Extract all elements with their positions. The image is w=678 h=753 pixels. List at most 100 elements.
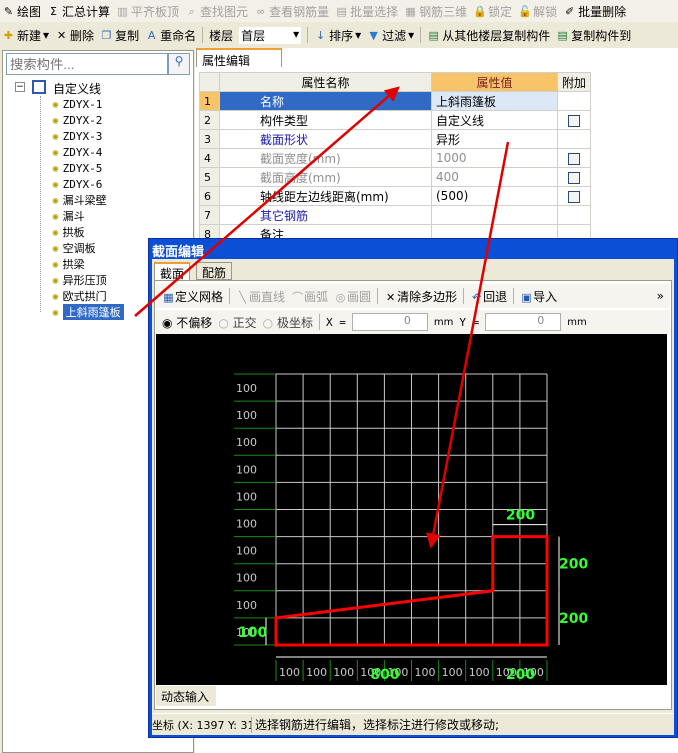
tree-item[interactable]: ✺ 漏斗梁壁 [52, 192, 107, 208]
floor-label: 楼层 [209, 28, 234, 43]
tab-section[interactable]: 截面 [154, 262, 191, 281]
rename-button[interactable]: A 重命名 [145, 27, 196, 44]
x-label: X = [325, 315, 346, 329]
property-value[interactable]: 400 [431, 167, 558, 187]
table-row[interactable]: 3 截面形状 异形 [199, 129, 592, 149]
toolbar-button-find[interactable]: ⌕ 查找图元 [185, 3, 248, 20]
toolbar-button-batch-delete[interactable]: ✐ 批量删除 [563, 3, 626, 20]
copy-icon: ❐ [101, 28, 112, 42]
define-grid-button[interactable]: ▦定义网格 [162, 288, 223, 305]
property-value[interactable]: 上斜雨篷板 [431, 91, 558, 111]
copy-to-button[interactable]: ▤ 复制构件到 [556, 27, 632, 44]
draw-line-button[interactable]: ╲ 画直线 [236, 288, 285, 305]
search-icon[interactable]: ⚲ [168, 53, 190, 75]
tree-item[interactable]: ✺ 空调板 [52, 240, 96, 256]
align-slab-icon: ▥ [117, 4, 128, 18]
filter-button[interactable]: ▼ 过滤 ▾ [367, 27, 414, 44]
dim-right-upper-label: 200 [559, 557, 588, 573]
extra-cell[interactable] [556, 148, 592, 168]
y-input[interactable]: 0 [485, 313, 562, 331]
find-icon: ⌕ [188, 4, 195, 18]
extra-checkbox[interactable] [568, 190, 580, 203]
main-toolbar: ✎ 绘图 Σ 汇总计算 ▥ 平齐板顶 ⌕ 查找图元 ∞ 查看钢筋量 ▤ 批量选择 ▦ 钢筋三维 🔒 锁定 🔓 解锁… [0, 0, 678, 22]
drawing-canvas[interactable]: 100 100 100 100 100 100 100 100 100 100 100 100 100 1… [156, 334, 667, 685]
rebar-3d-icon: ▦ [405, 4, 416, 18]
tree-item[interactable]: ✺ ZDYX-1 [52, 96, 102, 112]
property-value[interactable]: (500) [431, 186, 558, 206]
status-message: 选择钢筋进行编辑，选择标注进行修改或移动; [255, 718, 500, 732]
property-value[interactable]: 自定义线 [431, 110, 558, 130]
search-input[interactable] [6, 53, 168, 75]
tree-item[interactable]: ✺ ZDYX-6 [52, 176, 102, 192]
dim-bottom-right-label: 200 [506, 667, 535, 683]
tab-property-edit[interactable]: 属性编辑 [196, 48, 282, 68]
component-icon: ✺ [52, 97, 59, 111]
copy-from-floor-button[interactable]: ▤ 从其他楼层复制构件 [427, 27, 551, 44]
tree-line [40, 96, 41, 312]
toolbar-button-draw[interactable]: ✎ 绘图 [2, 3, 41, 20]
toolbar-button-batch-select[interactable]: ▤ 批量选择 [335, 3, 398, 20]
extra-cell[interactable] [556, 186, 592, 206]
extra-cell [556, 129, 592, 149]
table-row[interactable]: 4 截面宽度(mm) 1000 [199, 148, 592, 168]
radio-no-offset[interactable]: ◉ 不偏移 [162, 314, 212, 331]
sort-button[interactable]: ↓ 排序 ▾ [314, 27, 361, 44]
toolbar-button-glasses[interactable]: ∞ 查看钢筋量 [254, 3, 329, 20]
tab-rebar[interactable]: 配筋 [196, 262, 233, 280]
extra-cell[interactable] [556, 110, 592, 130]
tree-item[interactable]: ✺ ZDYX-5 [52, 160, 102, 176]
extra-cell [556, 91, 592, 111]
undo-button[interactable]: ↶ 回退 [470, 288, 507, 305]
tree-item[interactable]: ✺ 漏斗 [52, 208, 85, 224]
tree-item[interactable]: ✺ 异形压顶 [52, 272, 107, 288]
circle-icon: ◎ [335, 290, 346, 304]
grid-row-label: 100 [236, 518, 257, 531]
toolbar-button-sigma[interactable]: Σ 汇总计算 [47, 3, 110, 20]
grid-col-label: 100 [415, 666, 436, 679]
floor-select[interactable]: 首层 ▾ [239, 26, 302, 44]
table-row[interactable]: 1 名称 上斜雨篷板 [199, 91, 592, 111]
delete-button[interactable]: ✕ 删除 [55, 27, 94, 44]
extra-cell[interactable] [556, 167, 592, 187]
tree-item[interactable]: ✺ 欧式拱门 [52, 288, 107, 304]
table-row[interactable]: 2 构件类型 自定义线 [199, 110, 592, 130]
tree-item[interactable]: ✺ ZDYX-4 [52, 144, 102, 160]
extra-checkbox[interactable] [568, 171, 580, 184]
copy-button[interactable]: ❐ 复制 [100, 27, 139, 44]
row-number: 2 [199, 110, 220, 130]
dynamic-input-tab[interactable]: 动态输入 [156, 686, 216, 706]
dim-left-label: 100 [238, 625, 267, 641]
import-button[interactable]: ▣导入 [520, 288, 557, 305]
tree-item[interactable]: ✺ ZDYX-3 [52, 128, 102, 144]
row-number: 1 [199, 91, 220, 111]
table-row[interactable]: 6 轴线距左边线距离(mm) (500) [199, 186, 592, 206]
property-value[interactable]: 异形 [431, 129, 558, 149]
radio-ortho[interactable]: ○ 正交 [218, 314, 256, 331]
toolbar-button-align-slab[interactable]: ▥ 平齐板顶 [116, 3, 179, 20]
toolbar-button-unlock[interactable]: 🔓 解锁 [518, 3, 557, 20]
draw-circle-button[interactable]: ◎ 画圆 [334, 288, 371, 305]
more-button[interactable]: » [657, 289, 664, 303]
tree-item[interactable]: ✺ 上斜雨篷板 [52, 304, 124, 320]
radio-polar[interactable]: ○ 极坐标 [263, 314, 313, 331]
toolbar-button-lock[interactable]: 🔒 锁定 [473, 3, 512, 20]
toolbar-button-rebar-3d[interactable]: ▦ 钢筋三维 [404, 3, 467, 20]
property-value[interactable]: 1000 [431, 148, 558, 168]
extra-checkbox[interactable] [568, 152, 580, 165]
table-row[interactable]: 5 截面高度(mm) 400 [199, 167, 592, 187]
collapse-toggle[interactable]: − [15, 82, 25, 92]
extra-checkbox[interactable] [568, 114, 580, 127]
draw-arc-button[interactable]: ⌒画弧 [291, 288, 328, 305]
x-input[interactable]: 0 [351, 313, 428, 331]
tree-item[interactable]: ✺ ZDYX-2 [52, 112, 102, 128]
divider [318, 314, 320, 330]
tree-item[interactable]: ✺ 拱梁 [52, 256, 85, 272]
tree-root[interactable]: 自定义线 [53, 80, 101, 97]
property-value[interactable] [431, 205, 558, 225]
tree-item[interactable]: ✺ 拱板 [52, 224, 85, 240]
table-row[interactable]: 7 其它钢筋 [199, 205, 592, 225]
close-icon: ✕ [385, 290, 396, 304]
new-button[interactable]: ✚ 新建 ▾ [2, 27, 49, 44]
clear-polygon-button[interactable]: ✕ 清除多边形 [384, 288, 457, 305]
corner-cell [199, 72, 220, 92]
